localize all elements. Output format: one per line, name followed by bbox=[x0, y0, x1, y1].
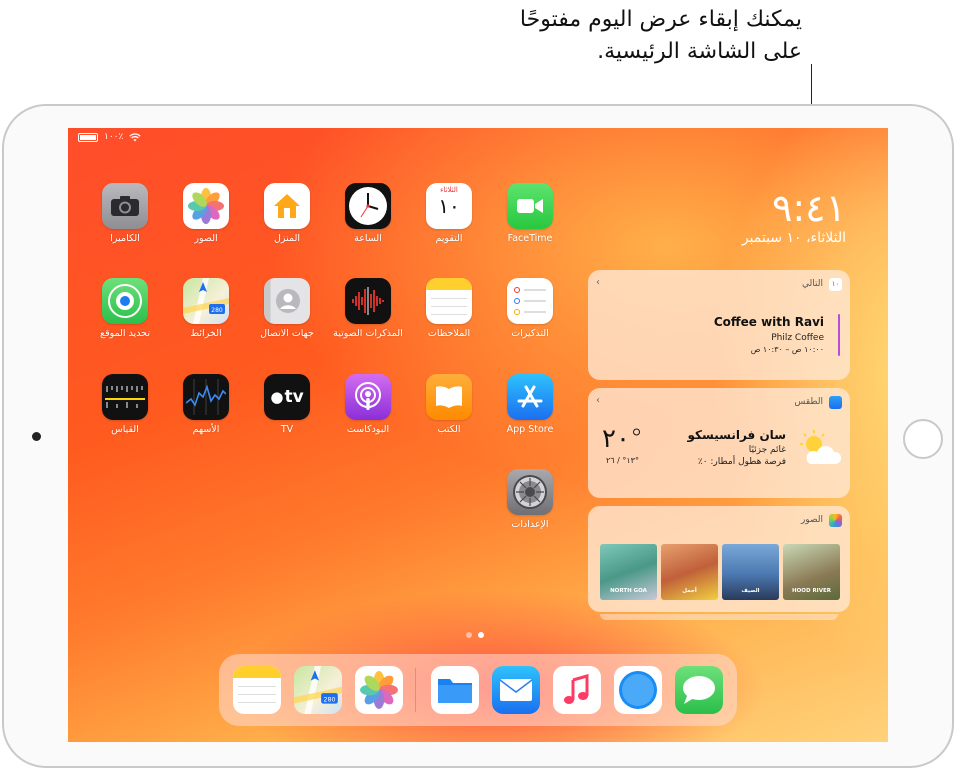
app-home[interactable]: المنزل bbox=[247, 183, 327, 244]
notes-icon bbox=[426, 278, 472, 324]
widget-title: الصور bbox=[800, 515, 823, 525]
page-indicator[interactable] bbox=[466, 632, 484, 638]
app-clock[interactable]: الساعة bbox=[328, 183, 408, 244]
callout-text: يمكنك إبقاء عرض اليوم مفتوحًا على الشاشة… bbox=[402, 4, 802, 68]
calendar-badge-icon: ١٠ bbox=[829, 277, 842, 291]
photos-widget[interactable]: الصور HOOD RIVER الصيف أجمل NORTH GOA bbox=[588, 506, 850, 612]
safari-icon[interactable] bbox=[614, 666, 662, 714]
reminders-icon bbox=[507, 278, 553, 324]
status-bar: ١٠٠٪ bbox=[78, 132, 142, 142]
photos-app-icon bbox=[829, 513, 842, 527]
maps-icon[interactable]: 280 bbox=[294, 666, 342, 714]
weather-rain-chance: فرصة هطول أمطار: ٠٪ bbox=[697, 457, 786, 467]
event-color-bar bbox=[838, 314, 840, 356]
app-voice-memos[interactable]: المذكرات الصوتية bbox=[328, 278, 408, 339]
callout-line-1: يمكنك إبقاء عرض اليوم مفتوحًا bbox=[519, 7, 802, 32]
photo-thumbnail[interactable]: NORTH GOA bbox=[600, 544, 657, 600]
clock-date: الثلاثاء، ١٠ سبتمبر bbox=[741, 230, 846, 246]
chevron-left-icon[interactable]: ‹ bbox=[596, 277, 600, 288]
notes-icon[interactable] bbox=[233, 666, 281, 714]
photo-thumbnail[interactable]: أجمل bbox=[661, 544, 718, 600]
app-measure[interactable]: القياس bbox=[85, 374, 165, 435]
home-screen: ١٠٠٪ ٩:٤١ الثلاثاء، ١٠ سبتمبر FaceTime ا… bbox=[68, 128, 888, 742]
app-calendar[interactable]: الثلاثاء ١٠ التقويم bbox=[409, 183, 489, 244]
camera-icon bbox=[102, 183, 148, 229]
app-find-my[interactable]: تحديد الموقع bbox=[85, 278, 165, 339]
measure-icon bbox=[102, 374, 148, 420]
callout-line-2: على الشاشة الرئيسية. bbox=[597, 39, 802, 64]
calendar-widget[interactable]: ‹ التالي ١٠ Coffee with Ravi Philz Coffe… bbox=[588, 270, 850, 380]
chevron-left-icon[interactable]: ‹ bbox=[596, 395, 600, 406]
app-store-icon bbox=[507, 374, 553, 420]
widget-stack-edge bbox=[600, 614, 838, 620]
app-stocks[interactable]: الأسهم bbox=[166, 374, 246, 435]
app-camera[interactable]: الكاميرا bbox=[85, 183, 165, 244]
mail-icon[interactable] bbox=[492, 666, 540, 714]
event-location: Philz Coffee bbox=[771, 333, 824, 343]
calendar-icon: الثلاثاء ١٠ bbox=[426, 183, 472, 229]
messages-icon[interactable] bbox=[675, 666, 723, 714]
weather-app-icon bbox=[829, 395, 842, 409]
app-reminders[interactable]: التذكيرات bbox=[490, 278, 570, 339]
find-my-icon bbox=[102, 278, 148, 324]
files-icon[interactable] bbox=[431, 666, 479, 714]
weather-temp: ٢٠° bbox=[602, 424, 643, 454]
app-photos[interactable]: الصور bbox=[166, 183, 246, 244]
front-camera bbox=[32, 432, 41, 441]
maps-icon: 280 bbox=[183, 278, 229, 324]
contacts-icon bbox=[264, 278, 310, 324]
photos-icon bbox=[183, 183, 229, 229]
clock-icon bbox=[345, 183, 391, 229]
tv-icon: ● tv bbox=[264, 374, 310, 420]
home-icon bbox=[264, 183, 310, 229]
app-books[interactable]: الكتب bbox=[409, 374, 489, 435]
page-dot bbox=[466, 632, 472, 638]
stocks-icon bbox=[183, 374, 229, 420]
photos-icon[interactable] bbox=[355, 666, 403, 714]
wifi-icon bbox=[129, 132, 142, 141]
app-facetime[interactable]: FaceTime bbox=[490, 183, 570, 244]
app-podcasts[interactable]: البودكاست bbox=[328, 374, 408, 435]
widget-title: التالي bbox=[802, 279, 823, 289]
app-notes[interactable]: الملاحظات bbox=[409, 278, 489, 339]
page-dot-current bbox=[478, 632, 484, 638]
svg-text:280: 280 bbox=[324, 696, 336, 703]
battery-percent: ١٠٠٪ bbox=[104, 132, 124, 142]
widget-title: الطقس bbox=[794, 397, 823, 407]
app-tv[interactable]: ● tv TV bbox=[247, 374, 327, 435]
partly-cloudy-icon bbox=[800, 430, 842, 464]
clock-time: ٩:٤١ bbox=[771, 186, 846, 230]
voice-memos-icon bbox=[345, 278, 391, 324]
facetime-icon bbox=[507, 183, 553, 229]
app-settings[interactable]: الإعدادات bbox=[490, 469, 570, 530]
dock: 280 bbox=[219, 654, 737, 726]
settings-icon bbox=[507, 469, 553, 515]
event-title: Coffee with Ravi bbox=[713, 315, 824, 329]
event-time: ١٠:٠٠ ص – ١٠:٣٠ ص bbox=[750, 345, 824, 354]
home-button[interactable] bbox=[903, 419, 943, 459]
weather-range: ١٣° / ٢٦° bbox=[605, 456, 639, 465]
photo-thumbnail[interactable]: HOOD RIVER bbox=[783, 544, 840, 600]
app-maps[interactable]: 280 الخرائط bbox=[166, 278, 246, 339]
app-app-store[interactable]: App Store bbox=[490, 374, 570, 435]
podcasts-icon bbox=[345, 374, 391, 420]
app-contacts[interactable]: جهات الاتصال bbox=[247, 278, 327, 339]
weather-condition: غائم جزئيًا bbox=[748, 445, 786, 455]
photo-thumbnail[interactable]: الصيف bbox=[722, 544, 779, 600]
battery-icon bbox=[78, 132, 98, 142]
books-icon bbox=[426, 374, 472, 420]
music-icon[interactable] bbox=[553, 666, 601, 714]
dock-divider bbox=[415, 668, 416, 712]
weather-widget[interactable]: ‹ الطقس سان فرانسيسكو غائم جزئيًا فرصة ه… bbox=[588, 388, 850, 498]
weather-city: سان فرانسيسكو bbox=[687, 428, 787, 442]
svg-text:280: 280 bbox=[211, 307, 223, 314]
